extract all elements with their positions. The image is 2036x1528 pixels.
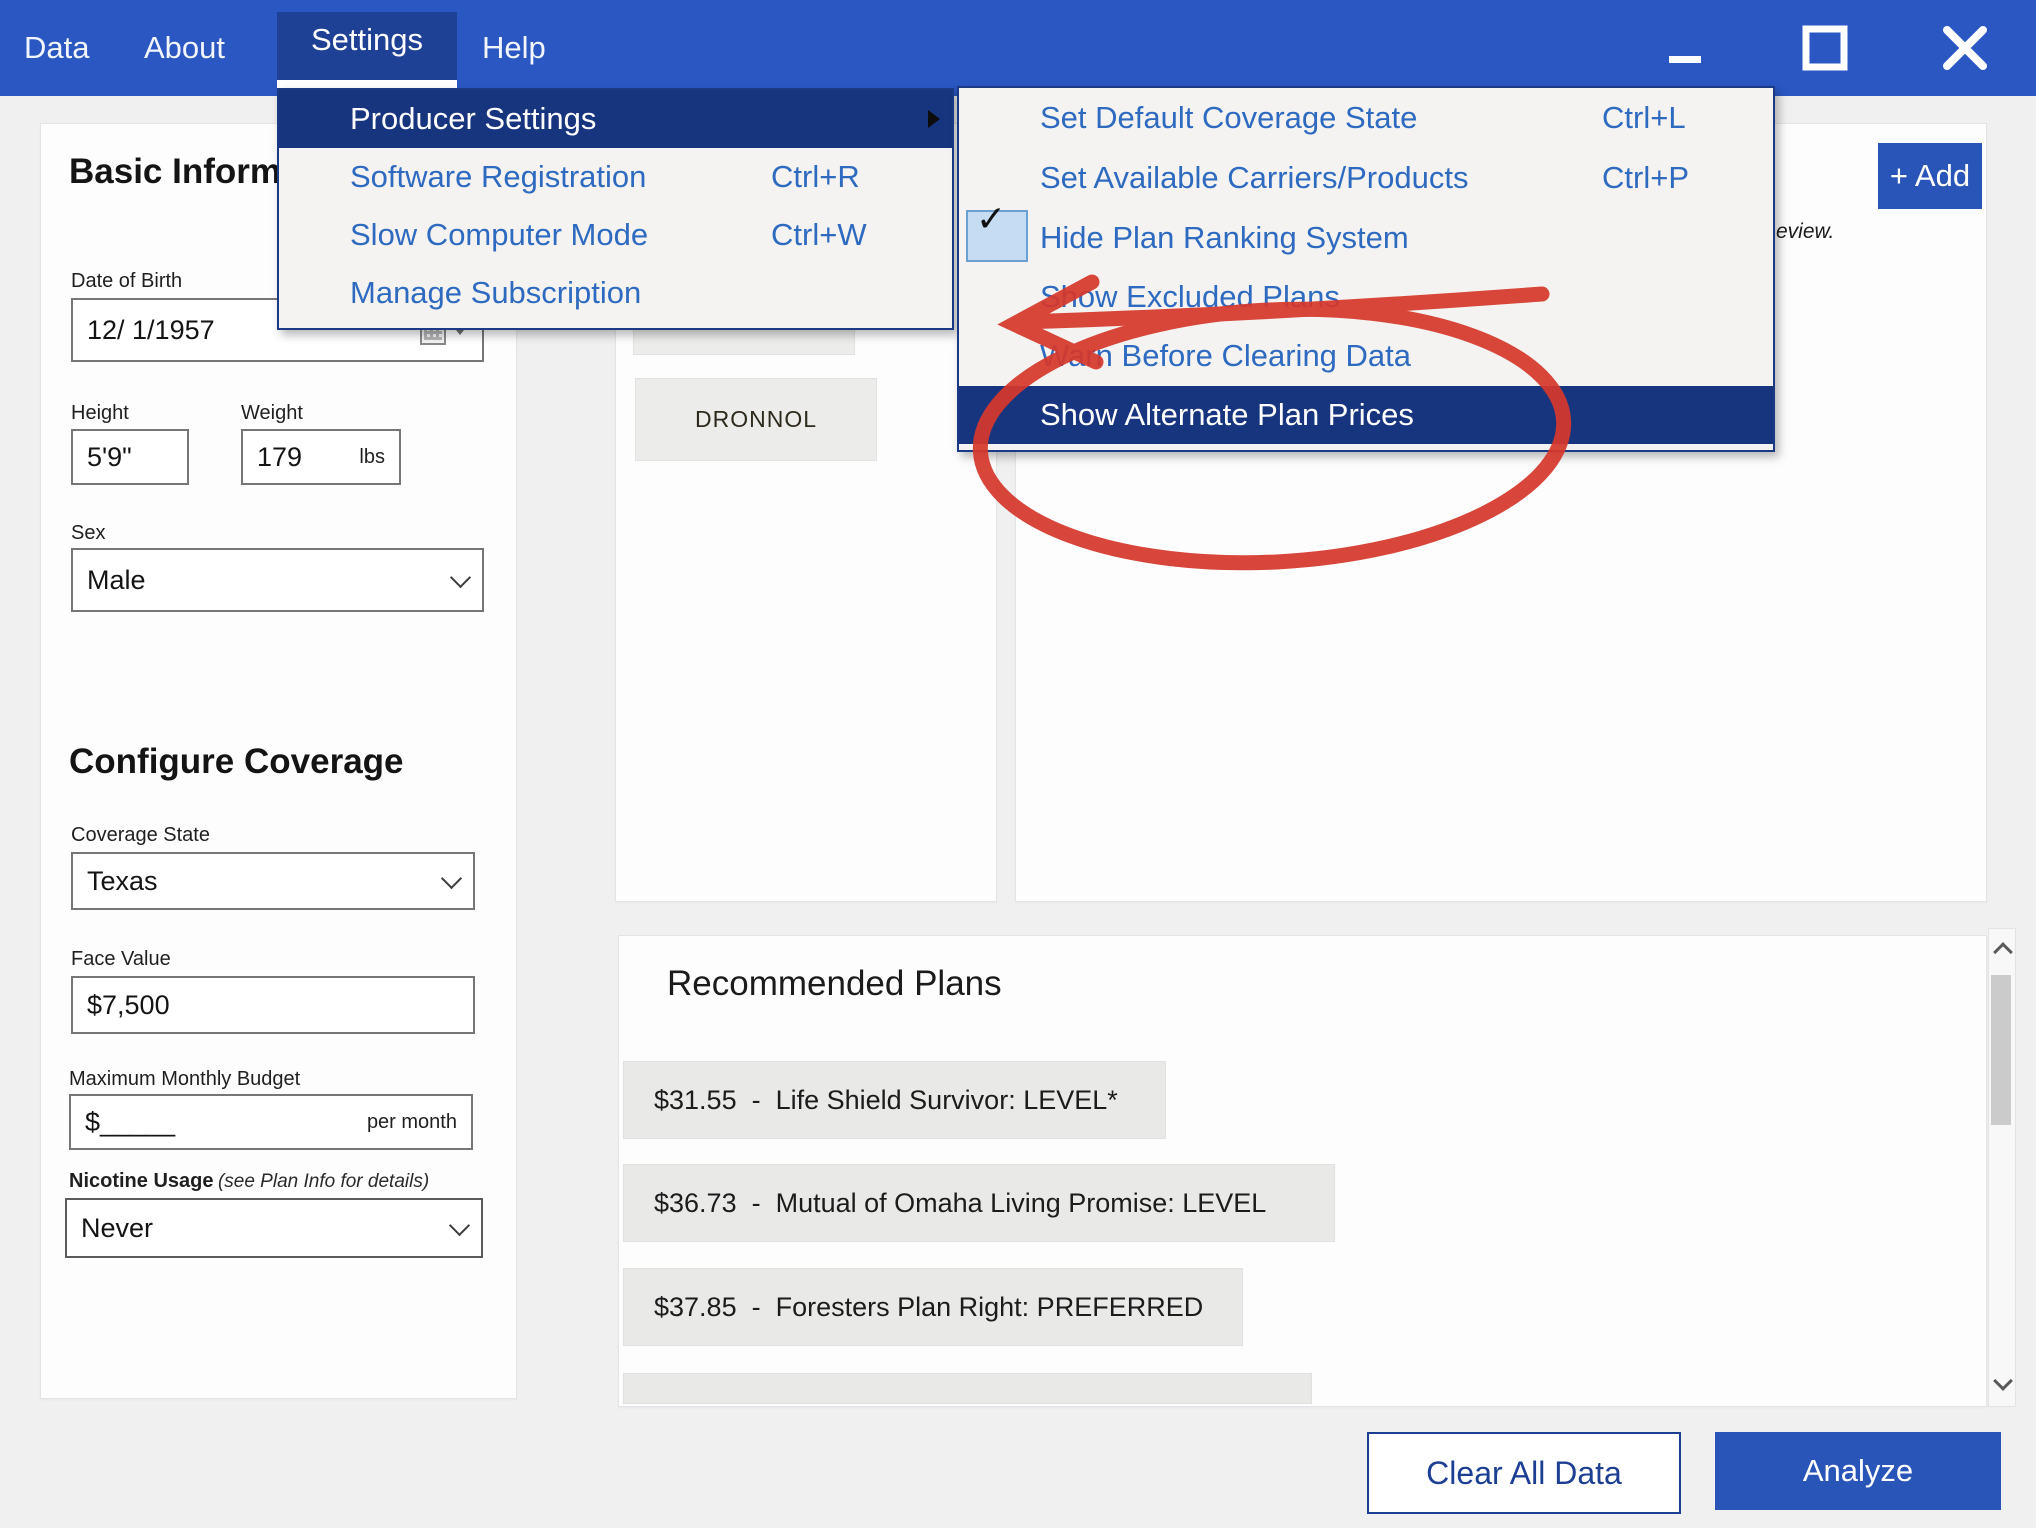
menu-shortcut: Ctrl+W xyxy=(771,217,867,253)
recommended-plans-heading: Recommended Plans xyxy=(667,964,1002,1004)
coverage-state-value: Texas xyxy=(87,866,158,897)
scroll-up-icon[interactable] xyxy=(1993,942,2013,962)
menu-item-label: Warn Before Clearing Data xyxy=(1040,338,1411,374)
medication-tile-label: DRONNOL xyxy=(695,406,817,433)
plan-row[interactable]: $36.73 - Mutual of Omaha Living Promise:… xyxy=(623,1164,1335,1242)
analyze-label: Analyze xyxy=(1803,1453,1913,1489)
medication-tile-dronnol[interactable]: DRONNOL xyxy=(635,378,877,461)
budget-label: Maximum Monthly Budget xyxy=(69,1068,300,1091)
budget-field[interactable]: $_____ per month xyxy=(69,1094,473,1150)
plan-row-text: $37.85 - Foresters Plan Right: PREFERRED xyxy=(654,1292,1203,1323)
plan-row-text: $31.55 - Life Shield Survivor: LEVEL* xyxy=(654,1085,1118,1116)
plan-row-partial[interactable] xyxy=(623,1373,1312,1404)
nicotine-value: Never xyxy=(81,1213,153,1244)
menu-item-label: Set Available Carriers/Products xyxy=(1040,160,1468,196)
settings-dropdown-menu: Producer Settings Software Registration … xyxy=(277,88,954,330)
clear-all-data-button[interactable]: Clear All Data xyxy=(1367,1432,1681,1514)
weight-label: Weight xyxy=(241,402,303,425)
add-button-label: + Add xyxy=(1890,158,1970,194)
menu-settings[interactable]: Settings xyxy=(277,12,457,88)
menu-item-label: Hide Plan Ranking System xyxy=(1040,220,1409,256)
menu-item-label: Set Default Coverage State xyxy=(1040,100,1417,136)
menu-item-label: Manage Subscription xyxy=(350,275,641,311)
scrollbar-thumb[interactable] xyxy=(1991,975,2011,1125)
menu-item-label: Show Excluded Plans xyxy=(1040,279,1340,315)
nicotine-note: (see Plan Info for details) xyxy=(218,1171,429,1192)
scroll-down-icon[interactable] xyxy=(1993,1371,2013,1391)
submenu-item-hide-plan-ranking[interactable]: ✓ Hide Plan Ranking System xyxy=(959,208,1773,268)
vertical-scrollbar[interactable] xyxy=(1988,928,2016,1407)
analyze-button[interactable]: Analyze xyxy=(1715,1432,2001,1510)
truncated-review-text: eview. xyxy=(1776,220,1834,244)
menu-about[interactable]: About xyxy=(130,22,239,74)
menu-data[interactable]: Data xyxy=(10,22,103,74)
close-icon xyxy=(1941,24,1989,72)
nicotine-label-row: Nicotine Usage (see Plan Info for detail… xyxy=(69,1170,429,1193)
checkmark-icon: ✓ xyxy=(976,198,1006,240)
menu-help[interactable]: Help xyxy=(468,22,560,74)
plan-row-text: $36.73 - Mutual of Omaha Living Promise:… xyxy=(654,1188,1266,1219)
chevron-down-icon xyxy=(449,1214,470,1235)
settings-tab-underline xyxy=(277,80,457,88)
plan-row[interactable]: $31.55 - Life Shield Survivor: LEVEL* xyxy=(623,1061,1166,1139)
nicotine-label: Nicotine Usage xyxy=(69,1170,213,1192)
close-button[interactable] xyxy=(1930,0,2000,96)
app-window: Data About Help Settings Basic Informati… xyxy=(0,0,2036,1528)
menu-shortcut: Ctrl+P xyxy=(1602,160,1689,196)
minimize-button[interactable] xyxy=(1650,0,1720,96)
weight-unit: lbs xyxy=(359,446,385,469)
dob-value: 12/ 1/1957 xyxy=(87,315,215,346)
budget-value: $_____ xyxy=(85,1107,175,1138)
menu-item-label: Show Alternate Plan Prices xyxy=(1040,397,1414,433)
sex-value: Male xyxy=(87,565,146,596)
submenu-item-warn-before-clearing[interactable]: Warn Before Clearing Data xyxy=(959,326,1773,386)
configure-coverage-heading: Configure Coverage xyxy=(69,742,404,782)
chevron-down-icon xyxy=(441,867,462,888)
menu-item-manage-subscription[interactable]: Manage Subscription xyxy=(279,264,952,322)
submenu-item-show-excluded-plans[interactable]: Show Excluded Plans xyxy=(959,268,1773,326)
submenu-item-set-default-coverage-state[interactable]: Set Default Coverage State Ctrl+L xyxy=(959,88,1773,148)
menu-item-label: Software Registration xyxy=(350,159,646,195)
menu-item-label: Producer Settings xyxy=(350,101,596,137)
producer-settings-submenu: Set Default Coverage State Ctrl+L Set Av… xyxy=(957,86,1775,452)
menu-settings-label: Settings xyxy=(277,22,457,58)
coverage-state-label: Coverage State xyxy=(71,824,210,847)
submenu-arrow-icon xyxy=(928,110,940,128)
maximize-icon xyxy=(1802,25,1848,71)
menu-item-label: Slow Computer Mode xyxy=(350,217,648,253)
sex-select[interactable]: Male xyxy=(71,548,484,612)
chevron-down-icon xyxy=(450,566,471,587)
height-label: Height xyxy=(71,402,129,425)
budget-unit: per month xyxy=(367,1111,457,1134)
submenu-item-set-available-carriers[interactable]: Set Available Carriers/Products Ctrl+P xyxy=(959,148,1773,208)
recommended-plans-panel: Recommended Plans $31.55 - Life Shield S… xyxy=(618,935,1987,1407)
nicotine-select[interactable]: Never xyxy=(65,1198,483,1258)
face-value-label: Face Value xyxy=(71,948,171,971)
coverage-state-select[interactable]: Texas xyxy=(71,852,475,910)
submenu-item-show-alternate-plan-prices[interactable]: Show Alternate Plan Prices xyxy=(959,386,1773,444)
height-field[interactable]: 5'9" xyxy=(71,429,189,485)
menu-shortcut: Ctrl+L xyxy=(1602,100,1686,136)
weight-value: 179 xyxy=(257,442,302,473)
sex-label: Sex xyxy=(71,522,105,545)
weight-field[interactable]: 179 lbs xyxy=(241,429,401,485)
menu-item-slow-computer-mode[interactable]: Slow Computer Mode Ctrl+W xyxy=(279,206,952,264)
menu-shortcut: Ctrl+R xyxy=(771,159,860,195)
minimize-icon xyxy=(1667,30,1703,66)
menu-item-producer-settings[interactable]: Producer Settings xyxy=(279,90,952,148)
add-button[interactable]: + Add xyxy=(1878,143,1982,209)
dob-label: Date of Birth xyxy=(71,270,182,293)
face-value-field[interactable]: $7,500 xyxy=(71,976,475,1034)
plan-row[interactable]: $37.85 - Foresters Plan Right: PREFERRED xyxy=(623,1268,1243,1346)
maximize-button[interactable] xyxy=(1790,0,1860,96)
menu-item-software-registration[interactable]: Software Registration Ctrl+R xyxy=(279,148,952,206)
height-value: 5'9" xyxy=(87,442,132,473)
clear-all-data-label: Clear All Data xyxy=(1426,1455,1622,1492)
face-value: $7,500 xyxy=(87,990,170,1021)
checkbox-checked[interactable]: ✓ xyxy=(966,210,1028,262)
